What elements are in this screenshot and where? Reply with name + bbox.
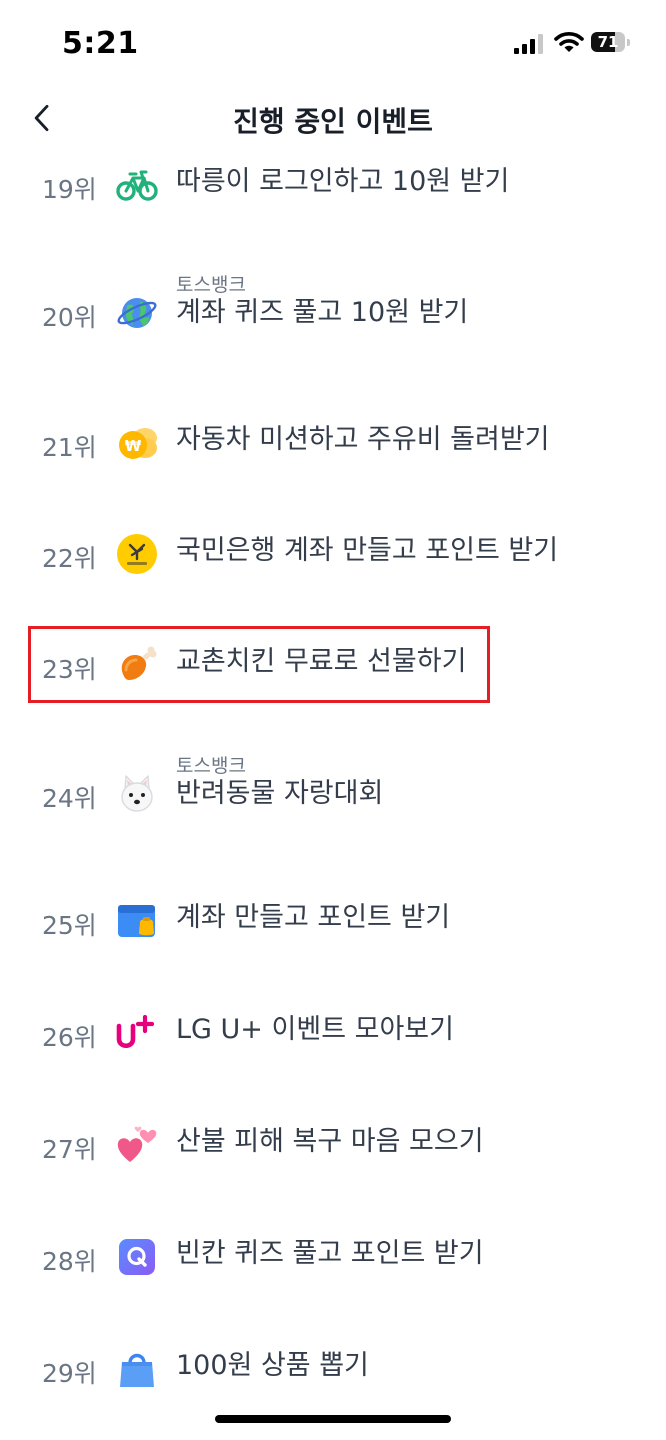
event-title: 빈칸 퀴즈 풀고 포인트 받기 (176, 1238, 484, 1269)
bicycle-icon (116, 164, 158, 206)
globe-icon (116, 292, 158, 334)
hearts-icon (116, 1124, 158, 1166)
wifi-icon (554, 30, 584, 54)
event-title: 계좌 만들고 포인트 받기 (176, 902, 451, 933)
coin-icon: ₩ (116, 422, 158, 464)
svg-text:₩: ₩ (125, 437, 142, 455)
event-item-22[interactable]: 22위 국민은행 계좌 만들고 포인트 받기 (0, 503, 666, 603)
event-item-29[interactable]: 29위 100원 상품 뽑기 (0, 1318, 666, 1418)
cellular-signal-icon (514, 34, 544, 54)
event-item-28[interactable]: 28위 빈칸 퀴즈 풀고 포인트 받기 (0, 1206, 666, 1306)
highlight-box (28, 626, 490, 703)
shopping-bag-icon (116, 1348, 158, 1390)
event-rank: 24위 (42, 784, 97, 813)
event-rank: 26위 (42, 1023, 97, 1052)
event-title: 반려동물 자랑대회 (176, 778, 384, 809)
status-bar: 5:21 71 (0, 0, 666, 80)
lg-uplus-logo-icon (116, 1012, 158, 1054)
event-title: 따릉이 로그인하고 10원 받기 (176, 166, 510, 197)
event-subtitle: 토스뱅크 (176, 755, 246, 777)
event-rank: 20위 (42, 303, 97, 332)
event-title: 100원 상품 뽑기 (176, 1350, 369, 1381)
home-indicator (215, 1415, 451, 1423)
event-item-21[interactable]: 21위 ₩ 자동차 미션하고 주유비 돌려받기 (0, 390, 666, 490)
event-rank: 19위 (42, 175, 97, 204)
event-item-25[interactable]: 25위 계좌 만들고 포인트 받기 (0, 870, 666, 970)
wallet-icon (116, 900, 158, 942)
battery-icon: 71 (591, 32, 633, 54)
event-title: 국민은행 계좌 만들고 포인트 받기 (176, 535, 559, 566)
event-title: 자동차 미션하고 주유비 돌려받기 (176, 424, 550, 455)
event-rank: 21위 (42, 433, 97, 462)
event-item-19[interactable]: 19위 따릉이 로그인하고 10원 받기 (0, 134, 666, 234)
event-rank: 29위 (42, 1359, 97, 1388)
event-rank: 22위 (42, 544, 97, 573)
quiz-q-icon (116, 1236, 158, 1278)
event-item-24[interactable]: 24위 토스뱅크 반려동물 자랑대회 (0, 745, 666, 845)
event-title: LG U+ 이벤트 모아보기 (176, 1014, 454, 1045)
event-title: 산불 피해 복구 마음 모으기 (176, 1126, 484, 1157)
kb-bank-logo-icon (116, 533, 158, 575)
event-item-26[interactable]: 26위 LG U+ 이벤트 모아보기 (0, 982, 666, 1082)
event-subtitle: 토스뱅크 (176, 274, 246, 296)
event-title: 계좌 퀴즈 풀고 10원 받기 (176, 297, 469, 328)
battery-percent: 71 (597, 33, 619, 51)
event-rank: 28위 (42, 1247, 97, 1276)
event-item-20[interactable]: 20위 토스뱅크 계좌 퀴즈 풀고 10원 받기 (0, 264, 666, 364)
event-item-27[interactable]: 27위 산불 피해 복구 마음 모으기 (0, 1094, 666, 1194)
event-rank: 25위 (42, 911, 97, 940)
dog-face-icon (116, 773, 158, 815)
status-time: 5:21 (62, 26, 139, 61)
event-rank: 27위 (42, 1135, 97, 1164)
